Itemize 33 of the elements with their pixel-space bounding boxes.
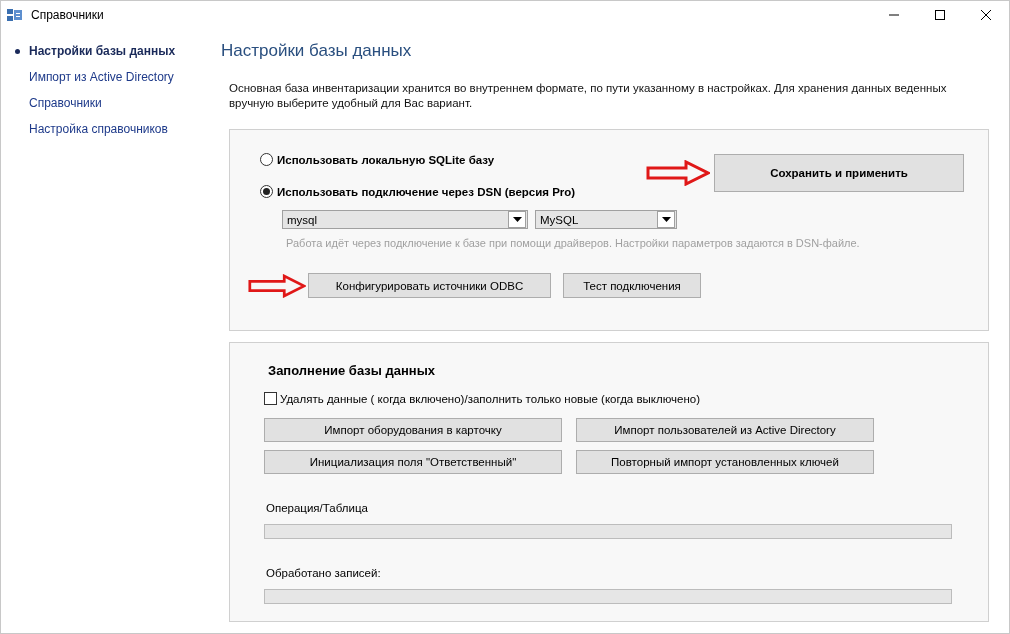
close-icon [981, 10, 991, 20]
sidebar-item[interactable]: Настройки базы данных [15, 42, 201, 60]
radio-icon[interactable] [260, 185, 273, 198]
app-icon [7, 7, 23, 23]
page-title: Настройки базы данных [221, 41, 413, 61]
dropdown-caret-icon [512, 217, 522, 222]
test-connection-button[interactable]: Тест подключения [563, 273, 701, 298]
sidebar-item[interactable]: Настройка справочников [15, 120, 201, 138]
dropdown-caret-icon [661, 217, 671, 222]
delete-data-checkbox[interactable]: Удалять данные ( когда включено)/заполнить только новые (когда выключено) [264, 392, 952, 405]
save-button[interactable]: Сохранить и применить [714, 154, 964, 192]
hint-text: Работа идёт через подключение к базе при помощи драйверов. Настройки параметров задаются в DSN-файле. [286, 237, 861, 249]
annotation-arrow [646, 160, 710, 186]
description-text: Основная база инвентаризации хранится во внутреннем формате, по пути указанному в настройках. Для хранения данных веденных вручную выберите удобный для Вас вариант. [229, 81, 948, 111]
radio-icon[interactable] [260, 153, 273, 166]
progress-label: Операция/Таблица [266, 502, 369, 514]
radio-option[interactable]: Использовать локальную SQLite базу [260, 153, 576, 166]
sidebar-item[interactable]: Справочники [15, 94, 201, 112]
checkbox-icon[interactable] [264, 392, 277, 405]
annotation-arrow [248, 273, 306, 298]
action-button[interactable]: Импорт пользователей из Active Directory [576, 418, 874, 442]
sidebar-item[interactable]: Импорт из Active Directory [15, 68, 201, 86]
progress-label: Обработано записей: [266, 567, 382, 579]
radio-option[interactable]: Использовать подключение через DSN (версия Pro) [260, 185, 576, 198]
dsn-dropdown[interactable]: mysql [282, 210, 528, 229]
action-button[interactable]: Повторный импорт установленных ключей [576, 450, 874, 474]
configure-odbc-button[interactable]: Конфигурировать источники ODBC [308, 273, 551, 298]
window-title: Справочники [31, 8, 104, 22]
section-title: Заполнение базы данных [268, 363, 436, 378]
driver-dropdown[interactable]: MySQL [535, 210, 677, 229]
action-button[interactable]: Импорт оборудования в карточку [264, 418, 562, 442]
maximize-icon [935, 10, 945, 20]
action-button[interactable]: Инициализация поля "Ответственный" [264, 450, 562, 474]
